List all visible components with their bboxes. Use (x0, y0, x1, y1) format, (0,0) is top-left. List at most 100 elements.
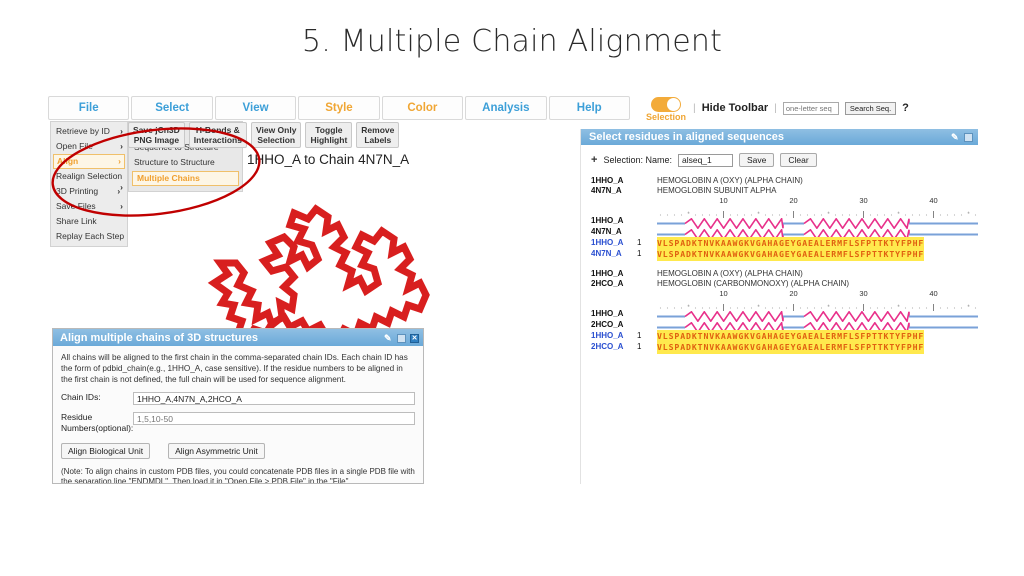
sequence-row-chain-id[interactable]: 4N7N_A (591, 249, 622, 258)
ruler-number: 20 (789, 289, 798, 298)
minimize-icon[interactable] (964, 132, 973, 142)
align-biological-unit-button[interactable]: Align Biological Unit (61, 443, 151, 459)
chain-ids-row: Chain IDs: (61, 392, 415, 405)
residue-numbers-input[interactable] (133, 412, 415, 425)
file-menu-item-open-file[interactable]: Open File (51, 139, 127, 154)
close-icon[interactable]: ✕ (410, 333, 419, 343)
toolbar-button-line1: View Only (255, 125, 297, 135)
menu-tab-style[interactable]: Style (298, 96, 380, 120)
sequence-row-chain-id[interactable]: 1HHO_A (591, 238, 623, 247)
dialog-buttons: Align Biological Unit Align Asymmetric U… (61, 443, 415, 459)
align-submenu-item-structure-to-structure[interactable]: Structure to Structure (129, 155, 242, 170)
toolbar-button-remove[interactable]: Remove Labels (356, 122, 400, 148)
chain-id-label[interactable]: 1HHO_A (591, 176, 657, 186)
align-asymmetric-unit-button[interactable]: Align Asymmetric Unit (168, 443, 265, 459)
menu-tab-select[interactable]: Select (131, 96, 213, 120)
selection-toggle-label: Selection (645, 112, 686, 122)
dialog-description: All chains will be aligned to the first … (61, 353, 408, 384)
file-menu-item-label: Share Link (56, 216, 97, 226)
sequence-row-chain-id[interactable]: 1HHO_A (591, 331, 623, 340)
toolbar-button-line2: Highlight (310, 135, 348, 145)
file-menu-item-align[interactable]: Align (53, 154, 125, 169)
sequence-row[interactable]: 2HCO_A 1 VLSPADKTNVKAAWGKVGAHAGEYGAEALERMF… (591, 341, 978, 354)
alignment-blocks: 1HHO_A HEMOGLOBIN A (OXY) (ALPHA CHAIN) 4N… (581, 167, 978, 354)
chain-ids-label: Chain IDs: (61, 392, 101, 402)
toolbar-button-line2: Selection (257, 135, 296, 145)
file-menu-item-replay-each-step[interactable]: Replay Each Step (51, 229, 127, 244)
file-menu-dropdown: Retrieve by ID Open File Align Realign Sele… (50, 121, 128, 247)
sequence-start-number: 1 (637, 331, 642, 340)
menu-tab-view[interactable]: View (214, 96, 297, 120)
pencil-icon[interactable]: ✎ (951, 132, 960, 142)
selection-toggle[interactable]: Selection (638, 96, 694, 126)
alignment-block: 1HHO_A HEMOGLOBIN A (OXY) (ALPHA CHAIN) 4N… (581, 167, 978, 261)
toolbar-button-view-only[interactable]: View Only Selection (250, 122, 302, 148)
residue-numbers-row: Residue Numbers(optional): (61, 412, 415, 434)
menu-tab-color[interactable]: Color (381, 96, 464, 120)
chain-id-label[interactable]: 2HCO_A (591, 279, 657, 289)
search-seq-button[interactable]: Search Seq. (844, 101, 897, 115)
clear-selection-button[interactable]: Clear (780, 153, 817, 167)
topbar-right-cluster: | Hide Toolbar | Search Seq. ? (693, 99, 909, 117)
menubar: File Select View Style Color Analysis Help (48, 96, 630, 120)
alignment-name-row: 2HCO_A HEMOGLOBIN (CARBONMONOXY) (ALPHA C… (591, 279, 978, 289)
file-menu-item-label: Open File (56, 141, 93, 151)
align-submenu-item-multiple-chains[interactable]: Multiple Chains (132, 171, 239, 186)
add-selection-icon[interactable]: + (591, 154, 597, 166)
toolbar-button-h-bonds-[interactable]: H-Bonds & Interactions (188, 122, 247, 148)
alignment-name-row: 4N7N_A HEMOGLOBIN SUBUNIT ALPHA (591, 186, 978, 196)
menu-tab-file[interactable]: File (48, 96, 130, 120)
toolbar-button-line2: PNG Image (133, 135, 180, 145)
file-menu-item-save-files[interactable]: Save Files (51, 199, 127, 214)
align-chains-dialog[interactable]: Align multiple chains of 3D structures ✎… (52, 328, 424, 484)
secondary-structure-row: 1HHO_A (591, 309, 978, 324)
icn3d-app: File Select View Style Color Analysis Help Sel… (48, 96, 978, 484)
ruler-number: 40 (929, 196, 938, 205)
divider: | (774, 102, 777, 114)
minimize-icon[interactable] (397, 333, 406, 343)
file-menu-item-label: Save Files (56, 201, 96, 211)
dialog-note: (Note: To align chains in custom PDB fil… (61, 467, 415, 484)
residue-letters[interactable]: VLSPADKTNVKAAWGKVGAHAGEYGAEALERMFLSFPTTK… (657, 248, 925, 261)
file-menu-item-retrieve-by-id[interactable]: Retrieve by ID (51, 124, 127, 139)
selection-label: Selection: Name: (603, 155, 672, 165)
alignment-name-row: 1HHO_A HEMOGLOBIN A (OXY) (ALPHA CHAIN) (591, 269, 978, 279)
dialog-titlebar: Align multiple chains of 3D structures ✎… (53, 329, 423, 346)
ss-row-label: 2HCO_A (591, 320, 624, 329)
hide-toolbar-button[interactable]: Hide Toolbar (702, 102, 768, 114)
ruler-number: 40 (929, 289, 938, 298)
toggle-switch-icon[interactable] (651, 97, 681, 112)
divider: | (693, 102, 696, 114)
file-menu-item-3d-printing[interactable]: 3D Printing (51, 184, 127, 199)
secondary-structure-row: 1HHO_A (591, 216, 978, 231)
sequence-search-input[interactable] (782, 101, 839, 115)
toolbar-button-toggle[interactable]: Toggle Highlight (305, 122, 353, 148)
aligned-sequences-panel[interactable]: Select residues in aligned sequences ✎ +… (580, 129, 978, 484)
save-selection-button[interactable]: Save (738, 153, 775, 167)
sequence-start-number: 1 (637, 249, 642, 258)
chain-ids-input[interactable] (133, 392, 415, 405)
chain-description: HEMOGLOBIN (CARBONMONOXY) (ALPHA CHAIN) (657, 279, 850, 288)
help-question-icon[interactable]: ? (902, 102, 909, 114)
alignment-block: 1HHO_A HEMOGLOBIN A (OXY) (ALPHA CHAIN) 2H… (581, 260, 978, 354)
menu-tab-analysis[interactable]: Analysis (465, 96, 547, 120)
chain-description: HEMOGLOBIN SUBUNIT ALPHA (657, 186, 777, 195)
dialog-title: Align multiple chains of 3D structures (60, 332, 259, 344)
file-menu-item-realign-selection[interactable]: Realign Selection (51, 169, 127, 184)
selection-name-input[interactable] (677, 153, 733, 167)
chain-id-label[interactable]: 1HHO_A (591, 269, 657, 279)
toolbar-button-line1: Remove (361, 125, 395, 135)
file-menu-item-share-link[interactable]: Share Link (51, 214, 127, 229)
sequence-row[interactable]: 4N7N_A 1 VLSPADKTNVKAAWGKVGAHAGEYGAEALERMF… (591, 248, 978, 261)
chain-id-label[interactable]: 4N7N_A (591, 186, 657, 196)
toolbar-button-save-jcn3d[interactable]: Save jCn3D PNG Image (128, 122, 185, 148)
file-menu-item-label: Align (57, 156, 79, 166)
menu-tab-help[interactable]: Help (548, 96, 630, 120)
sequence-start-number: 1 (637, 342, 642, 351)
ruler-number: 30 (859, 289, 868, 298)
pencil-icon[interactable]: ✎ (384, 333, 393, 343)
sequence-ruler: 10 20 30 40 * * * * * (657, 196, 978, 218)
residue-letters[interactable]: VLSPADKTNVKAAWGKVGAHAGEYGAEALERMFLSFPTTK… (657, 341, 925, 354)
ruler-number: 10 (719, 196, 728, 205)
sequence-row-chain-id[interactable]: 2HCO_A (591, 342, 623, 351)
